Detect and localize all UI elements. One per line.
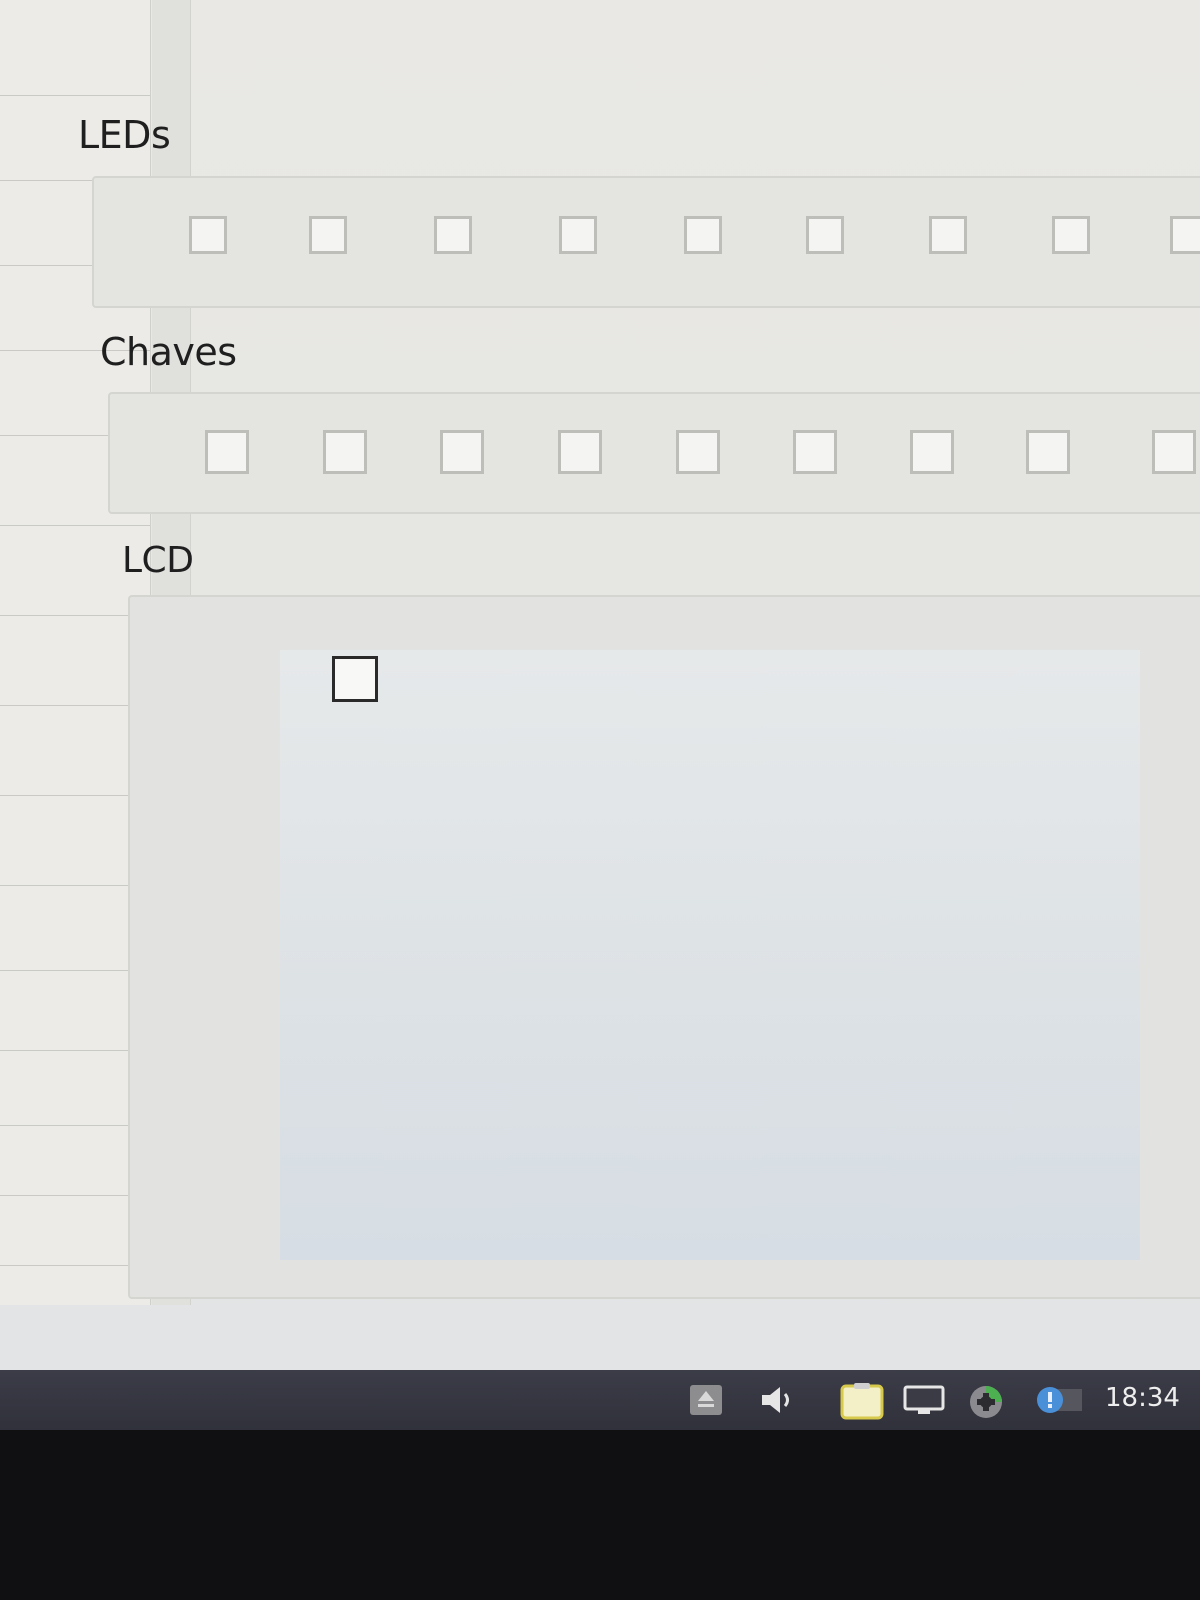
switch-checkbox[interactable] xyxy=(1026,430,1070,474)
monitor-bezel xyxy=(0,1430,1200,1600)
led-indicator xyxy=(434,216,472,254)
switch-checkbox[interactable] xyxy=(558,430,602,474)
lcd-display xyxy=(280,650,1140,1260)
leds-group-box xyxy=(92,176,1200,308)
switch-checkbox[interactable] xyxy=(793,430,837,474)
led-indicator xyxy=(806,216,844,254)
leds-title: LEDs xyxy=(78,113,171,157)
chaves-title: Chaves xyxy=(100,330,237,374)
taskbar xyxy=(0,1370,1200,1430)
app-window: LEDs Chaves LCD xyxy=(0,0,1200,1370)
update-icon[interactable] xyxy=(1032,1383,1084,1417)
led-indicator xyxy=(559,216,597,254)
switch-checkbox[interactable] xyxy=(676,430,720,474)
chaves-group-box xyxy=(108,392,1200,514)
switch-checkbox[interactable] xyxy=(1152,430,1196,474)
clipboard-icon[interactable] xyxy=(838,1383,886,1420)
led-indicator xyxy=(929,216,967,254)
switch-checkbox[interactable] xyxy=(323,430,367,474)
switch-checkbox[interactable] xyxy=(910,430,954,474)
switch-checkbox[interactable] xyxy=(440,430,484,474)
led-indicator xyxy=(1052,216,1090,254)
led-indicator xyxy=(189,216,227,254)
list-row[interactable] xyxy=(0,0,150,96)
lcd-checkbox[interactable] xyxy=(332,656,378,702)
switch-checkbox[interactable] xyxy=(205,430,249,474)
monitor-icon[interactable] xyxy=(902,1383,946,1417)
led-indicator xyxy=(1170,216,1200,254)
lcd-title: LCD xyxy=(122,540,194,581)
speaker-icon[interactable] xyxy=(758,1383,798,1417)
led-indicator xyxy=(684,216,722,254)
eject-icon[interactable] xyxy=(688,1383,724,1417)
led-indicator xyxy=(309,216,347,254)
taskbar-clock[interactable]: 18:34 xyxy=(1105,1378,1180,1418)
network-icon[interactable] xyxy=(966,1383,1006,1418)
